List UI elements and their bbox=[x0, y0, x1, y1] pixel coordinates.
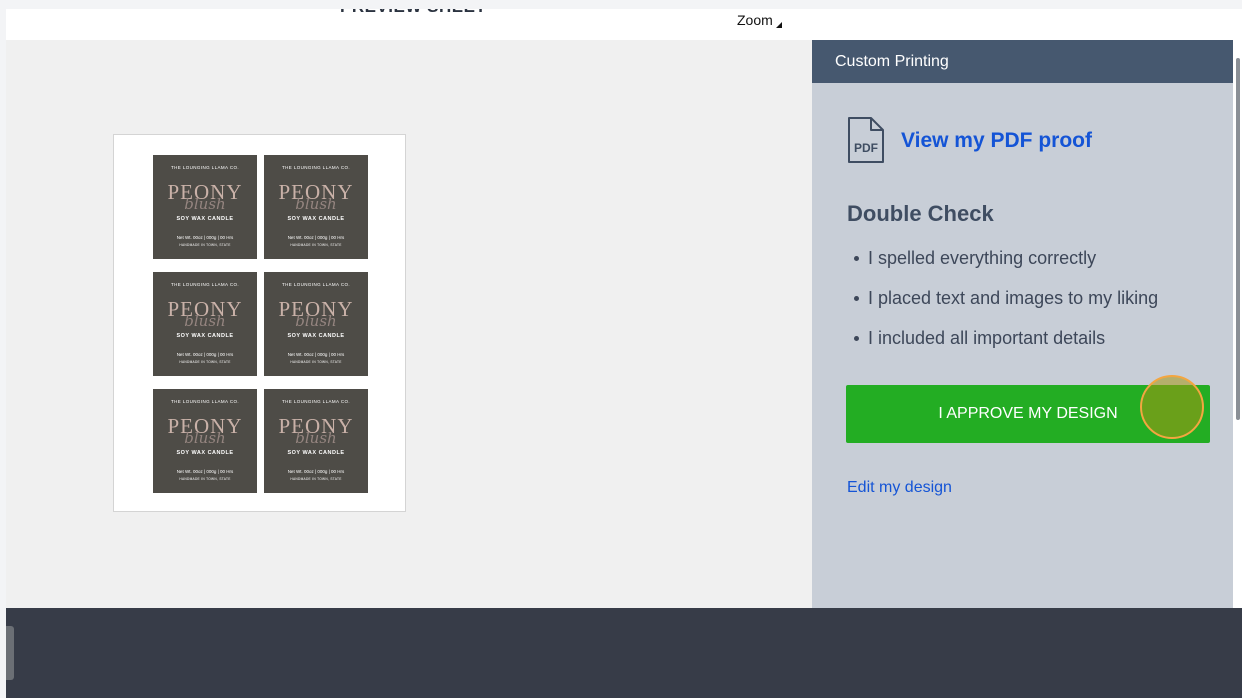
label-made-in: HANDMADE IN TOWN, STATE bbox=[179, 360, 231, 364]
scrollbar-thumb[interactable] bbox=[1236, 58, 1240, 420]
label-net-weight: Net Wt. 00oz | 000g | 00 Hrs bbox=[176, 352, 234, 357]
label-brand: THE LOUNGING LLAMA CO. bbox=[281, 282, 351, 287]
label-made-in: HANDMADE IN TOWN, STATE bbox=[179, 477, 231, 481]
label-sheet: THE LOUNGING LLAMA CO. PEONY blush SOY W… bbox=[113, 134, 406, 512]
label-script: blush bbox=[184, 312, 226, 330]
label-type: SOY WAX CANDLE bbox=[287, 450, 345, 456]
candle-label: THE LOUNGING LLAMA CO. PEONY blush SOY W… bbox=[264, 272, 368, 376]
edit-design-link[interactable]: Edit my design bbox=[847, 479, 952, 497]
zoom-label: Zoom bbox=[737, 12, 773, 28]
label-script: blush bbox=[295, 429, 337, 447]
custom-printing-panel: Custom Printing PDF View my PDF proof Do… bbox=[812, 40, 1233, 608]
label-script: blush bbox=[184, 429, 226, 447]
candle-label: THE LOUNGING LLAMA CO. PEONY blush SOY W… bbox=[264, 389, 368, 493]
pdf-file-icon[interactable]: PDF bbox=[847, 116, 885, 164]
label-type: SOY WAX CANDLE bbox=[176, 450, 234, 456]
zoom-control[interactable]: Zoom bbox=[737, 12, 782, 28]
label-brand: THE LOUNGING LLAMA CO. bbox=[170, 165, 240, 170]
checklist: I spelled everything correctly I placed … bbox=[854, 246, 1158, 366]
pdf-icon-text: PDF bbox=[854, 141, 878, 155]
double-check-heading: Double Check bbox=[847, 201, 994, 226]
label-net-weight: Net Wt. 00oz | 000g | 00 Hrs bbox=[287, 469, 345, 474]
click-indicator bbox=[1140, 375, 1204, 439]
label-type: SOY WAX CANDLE bbox=[287, 333, 345, 339]
label-type: SOY WAX CANDLE bbox=[176, 216, 234, 222]
label-net-weight: Net Wt. 00oz | 000g | 00 Hrs bbox=[176, 469, 234, 474]
label-brand: THE LOUNGING LLAMA CO. bbox=[170, 399, 240, 404]
checklist-item: I included all important details bbox=[854, 326, 1158, 366]
label-type: SOY WAX CANDLE bbox=[176, 333, 234, 339]
label-made-in: HANDMADE IN TOWN, STATE bbox=[290, 477, 342, 481]
candle-label: THE LOUNGING LLAMA CO. PEONY blush SOY W… bbox=[153, 155, 257, 259]
checklist-item: I spelled everything correctly bbox=[854, 246, 1158, 286]
label-brand: THE LOUNGING LLAMA CO. bbox=[281, 165, 351, 170]
preview-toolbar: PREVIEW SHEET Zoom bbox=[6, 9, 1242, 40]
preview-title: PREVIEW SHEET bbox=[340, 9, 486, 17]
label-type: SOY WAX CANDLE bbox=[287, 216, 345, 222]
footer-bar bbox=[6, 608, 1242, 698]
label-script: blush bbox=[184, 195, 226, 213]
side-drawer-handle[interactable] bbox=[6, 626, 14, 680]
candle-label: THE LOUNGING LLAMA CO. PEONY blush SOY W… bbox=[153, 389, 257, 493]
label-net-weight: Net Wt. 00oz | 000g | 00 Hrs bbox=[176, 235, 234, 240]
vertical-scrollbar[interactable] bbox=[1233, 40, 1242, 608]
label-made-in: HANDMADE IN TOWN, STATE bbox=[290, 360, 342, 364]
zoom-dropdown-icon bbox=[775, 22, 782, 28]
candle-label: THE LOUNGING LLAMA CO. PEONY blush SOY W… bbox=[264, 155, 368, 259]
label-net-weight: Net Wt. 00oz | 000g | 00 Hrs bbox=[287, 352, 345, 357]
panel-header: Custom Printing bbox=[812, 40, 1233, 83]
label-brand: THE LOUNGING LLAMA CO. bbox=[281, 399, 351, 404]
view-pdf-proof-link[interactable]: View my PDF proof bbox=[901, 129, 1092, 153]
design-canvas: THE LOUNGING LLAMA CO. PEONY blush SOY W… bbox=[6, 40, 812, 608]
label-net-weight: Net Wt. 00oz | 000g | 00 Hrs bbox=[287, 235, 345, 240]
checklist-item: I placed text and images to my liking bbox=[854, 286, 1158, 326]
label-brand: THE LOUNGING LLAMA CO. bbox=[170, 282, 240, 287]
label-script: blush bbox=[295, 195, 337, 213]
candle-label: THE LOUNGING LLAMA CO. PEONY blush SOY W… bbox=[153, 272, 257, 376]
label-made-in: HANDMADE IN TOWN, STATE bbox=[290, 243, 342, 247]
label-script: blush bbox=[295, 312, 337, 330]
label-made-in: HANDMADE IN TOWN, STATE bbox=[179, 243, 231, 247]
